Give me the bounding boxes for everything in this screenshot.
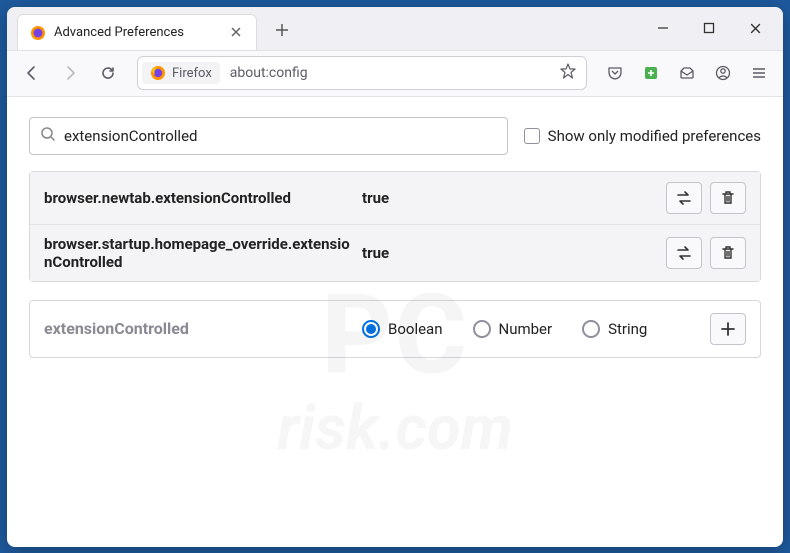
tab-close-button[interactable] xyxy=(228,21,244,44)
forward-button[interactable] xyxy=(53,56,87,90)
search-input[interactable] xyxy=(64,127,497,145)
pref-name: browser.startup.homepage_override.extens… xyxy=(44,235,354,271)
new-tab-button[interactable] xyxy=(269,16,295,47)
firefox-favicon xyxy=(30,25,46,41)
maximize-button[interactable] xyxy=(697,16,721,40)
watermark: risk.com xyxy=(277,391,513,464)
checkbox-icon xyxy=(524,128,540,144)
browser-tab[interactable]: Advanced Preferences xyxy=(17,14,257,50)
firefox-logo-icon xyxy=(150,65,166,81)
add-button[interactable] xyxy=(710,313,746,345)
radio-string[interactable]: String xyxy=(582,320,647,338)
inbox-icon[interactable] xyxy=(671,57,703,89)
minimize-button[interactable] xyxy=(651,16,675,40)
back-button[interactable] xyxy=(15,56,49,90)
pref-value: true xyxy=(354,244,666,262)
window-controls xyxy=(651,16,783,40)
pref-value: true xyxy=(354,189,666,207)
reload-button[interactable] xyxy=(91,56,125,90)
type-radio-group: Boolean Number String xyxy=(354,320,710,338)
radio-label: Number xyxy=(499,320,553,338)
toggle-button[interactable] xyxy=(666,182,702,214)
url-bar[interactable]: Firefox xyxy=(137,56,587,90)
radio-label: Boolean xyxy=(388,320,443,338)
add-pref-name: extensionControlled xyxy=(44,319,354,338)
tab-title: Advanced Preferences xyxy=(54,25,228,40)
hamburger-menu-icon[interactable] xyxy=(743,57,775,89)
radio-boolean[interactable]: Boolean xyxy=(362,320,443,338)
delete-button[interactable] xyxy=(710,182,746,214)
url-input[interactable] xyxy=(220,65,554,81)
pref-search-box[interactable] xyxy=(29,117,508,155)
radio-icon xyxy=(582,320,600,338)
close-window-button[interactable] xyxy=(743,16,767,40)
checkbox-label: Show only modified preferences xyxy=(548,127,761,145)
pref-row[interactable]: browser.newtab.extensionControlled true xyxy=(30,172,760,225)
pref-name: browser.newtab.extensionControlled xyxy=(44,189,354,207)
titlebar: Advanced Preferences xyxy=(7,7,783,51)
radio-number[interactable]: Number xyxy=(473,320,553,338)
account-icon[interactable] xyxy=(707,57,739,89)
radio-icon xyxy=(362,320,380,338)
extension-icon[interactable] xyxy=(635,57,667,89)
show-modified-checkbox[interactable]: Show only modified preferences xyxy=(524,127,761,145)
toolbar: Firefox xyxy=(7,51,783,97)
pocket-icon[interactable] xyxy=(599,57,631,89)
browser-window: Advanced Preferences xyxy=(7,7,783,547)
add-pref-row: extensionControlled Boolean Number Strin… xyxy=(29,300,761,358)
prefs-table: browser.newtab.extensionControlled true … xyxy=(29,171,761,282)
identity-label: Firefox xyxy=(172,66,212,81)
toggle-button[interactable] xyxy=(666,237,702,269)
pref-row[interactable]: browser.startup.homepage_override.extens… xyxy=(30,225,760,281)
bookmark-star-icon[interactable] xyxy=(554,59,582,87)
search-icon xyxy=(40,126,56,146)
about-config-content: Show only modified preferences browser.n… xyxy=(7,97,783,547)
delete-button[interactable] xyxy=(710,237,746,269)
radio-label: String xyxy=(608,320,647,338)
identity-box[interactable]: Firefox xyxy=(142,62,220,84)
radio-icon xyxy=(473,320,491,338)
